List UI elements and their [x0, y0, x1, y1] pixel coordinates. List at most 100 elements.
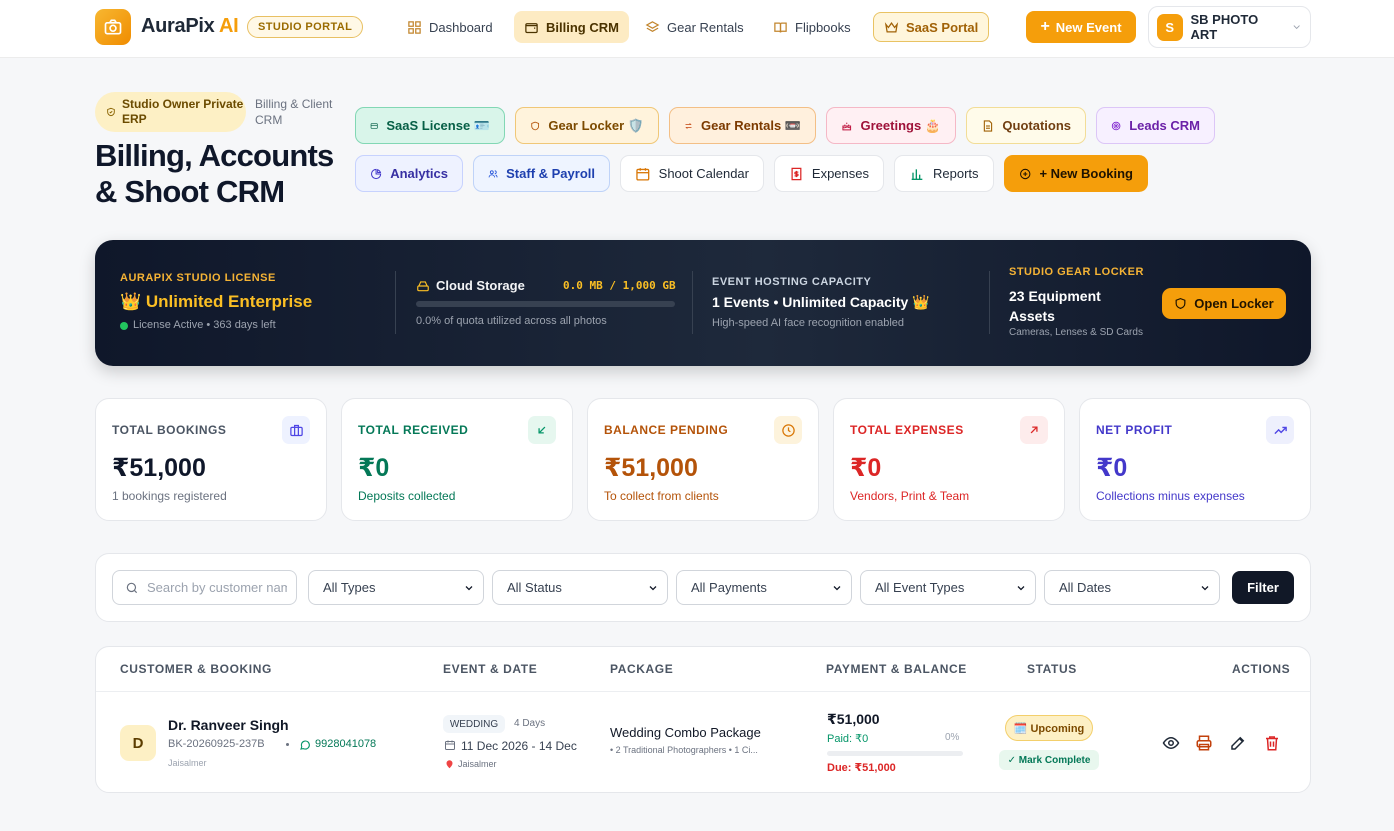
swap-icon — [685, 122, 692, 129]
nav-saas-portal[interactable]: SaaS Portal — [873, 12, 990, 42]
hosting-note: High-speed AI face recognition enabled — [712, 317, 905, 329]
book-icon — [774, 22, 787, 33]
divider — [692, 271, 693, 334]
booking-id: BK-20260925-237B — [168, 738, 265, 750]
event-duration: 4 Days — [514, 718, 546, 729]
expenses-button[interactable]: Expenses — [774, 155, 884, 192]
trash-icon[interactable] — [1263, 734, 1281, 752]
storage-value: 0.0 MB / 1,000 GB — [563, 279, 676, 292]
stat-card-net-profit: NET PROFIT ₹0 Collections minus expenses — [1079, 398, 1311, 521]
filter-button[interactable]: Filter — [1232, 571, 1294, 604]
studio-portal-badge: STUDIO PORTAL — [247, 16, 364, 38]
gear-locker-button[interactable]: Gear Locker 🛡️ — [515, 107, 659, 144]
page-title: Billing, Accounts & Shoot CRM — [95, 138, 334, 209]
search-icon — [126, 582, 138, 593]
brand-name[interactable]: AuraPix AI — [141, 15, 239, 38]
divider — [989, 271, 990, 334]
shield-icon — [531, 121, 540, 130]
payment-select[interactable]: All Payments — [676, 570, 852, 605]
stat-sub: Deposits collected — [358, 489, 456, 503]
stat-value: ₹0 — [850, 454, 882, 482]
status-badge: 🗓️ Upcoming — [1005, 715, 1093, 741]
column-header: CUSTOMER & BOOKING — [120, 662, 272, 676]
event-type-badge: WEDDING — [443, 715, 505, 733]
payment-progress-bar — [827, 751, 963, 756]
stat-value: ₹51,000 — [604, 454, 698, 482]
edit-icon[interactable] — [1229, 734, 1247, 752]
stat-card-total-received: TOTAL RECEIVED ₹0 Deposits collected — [341, 398, 573, 521]
layers-icon — [645, 20, 660, 32]
column-header: PACKAGE — [610, 662, 674, 676]
customer-phone[interactable]: 9928041078 — [315, 738, 376, 750]
id-card-icon — [370, 122, 378, 129]
stat-card-total-bookings: TOTAL BOOKINGS ₹51,000 1 bookings regist… — [95, 398, 327, 521]
license-plan: 👑 Unlimited Enterprise — [120, 292, 313, 311]
shield-icon — [1175, 297, 1186, 309]
hard-drive-icon — [417, 281, 429, 292]
reports-button[interactable]: Reports — [894, 155, 994, 192]
mark-complete-button[interactable]: ✓ Mark Complete — [999, 750, 1099, 770]
stat-value: ₹51,000 — [112, 454, 206, 482]
nav-gear-rentals[interactable]: Gear Rentals — [635, 11, 754, 43]
event-type-select[interactable]: All Event Types — [860, 570, 1036, 605]
avatar: S — [1157, 13, 1183, 41]
status-select[interactable]: All Status — [492, 570, 668, 605]
storage-progress-bar — [416, 301, 675, 307]
gear-rentals-button[interactable]: Gear Rentals 📼 — [669, 107, 816, 144]
plus-icon: + — [1040, 18, 1050, 35]
license-label: AURAPIX STUDIO LICENSE — [120, 272, 276, 284]
avatar: D — [120, 725, 156, 761]
paid-amount: Paid: ₹0 — [827, 733, 869, 745]
arrow-down-left-icon — [528, 416, 556, 444]
stat-sub: Vendors, Print & Team — [850, 489, 970, 503]
column-header: ACTIONS — [1232, 662, 1291, 676]
camera-icon[interactable] — [95, 9, 131, 45]
payment-amount: ₹51,000 — [827, 711, 880, 727]
storage-label: Cloud Storage — [436, 278, 525, 293]
printer-icon[interactable] — [1195, 734, 1213, 752]
event-venue: Jaisalmer — [458, 759, 497, 769]
staff-payroll-button[interactable]: Staff & Payroll — [473, 155, 610, 192]
eye-icon[interactable] — [1162, 734, 1180, 752]
search-input[interactable] — [147, 580, 287, 595]
stat-card-balance-pending: BALANCE PENDING ₹51,000 To collect from … — [587, 398, 819, 521]
search-box[interactable] — [112, 570, 297, 605]
leads-crm-button[interactable]: Leads CRM — [1096, 107, 1215, 144]
whatsapp-icon — [300, 740, 310, 750]
saas-license-button[interactable]: SaaS License 🪪 — [355, 107, 505, 144]
shoot-calendar-button[interactable]: Shoot Calendar — [620, 155, 764, 192]
chevron-down-icon — [833, 585, 841, 590]
nav-flipbooks[interactable]: Flipbooks — [763, 11, 861, 43]
stat-sub: To collect from clients — [604, 489, 719, 503]
nav-billing-crm[interactable]: Billing CRM — [514, 11, 629, 43]
due-amount: Due: ₹51,000 — [827, 762, 896, 774]
account-name: SB PHOTO ART — [1190, 12, 1259, 42]
open-locker-button[interactable]: Open Locker — [1162, 288, 1286, 319]
arrow-up-right-icon — [1020, 416, 1048, 444]
customer-city: Jaisalmer — [168, 758, 207, 768]
date-select[interactable]: All Dates — [1044, 570, 1220, 605]
account-switcher[interactable]: S SB PHOTO ART — [1148, 6, 1311, 48]
status-dot — [120, 322, 128, 330]
gear-locker-label: STUDIO GEAR LOCKER — [1009, 266, 1144, 278]
trending-up-icon — [1266, 416, 1294, 444]
bookings-table: CUSTOMER & BOOKING EVENT & DATE PACKAGE … — [95, 646, 1311, 793]
column-header: STATUS — [1027, 662, 1077, 676]
target-icon — [1111, 121, 1121, 130]
pie-chart-icon — [371, 168, 382, 179]
nav-dashboard[interactable]: Dashboard — [397, 11, 503, 43]
customer-name[interactable]: Dr. Ranveer Singh — [168, 717, 289, 733]
chevron-down-icon — [1017, 585, 1025, 590]
paid-percent: 0% — [945, 732, 960, 743]
quotations-button[interactable]: Quotations — [966, 107, 1086, 144]
clock-icon — [774, 416, 802, 444]
top-navbar: AuraPix AI STUDIO PORTAL Dashboard Billi… — [0, 0, 1394, 58]
new-booking-button[interactable]: + New Booking — [1004, 155, 1148, 192]
divider — [96, 691, 1310, 692]
new-event-button[interactable]: + New Event — [1026, 11, 1136, 43]
analytics-button[interactable]: Analytics — [355, 155, 463, 192]
calendar-icon — [445, 740, 455, 750]
greetings-button[interactable]: Greetings 🎂 — [826, 107, 956, 144]
owner-badge: Studio Owner Private ERP — [95, 92, 246, 132]
type-select[interactable]: All Types — [308, 570, 484, 605]
